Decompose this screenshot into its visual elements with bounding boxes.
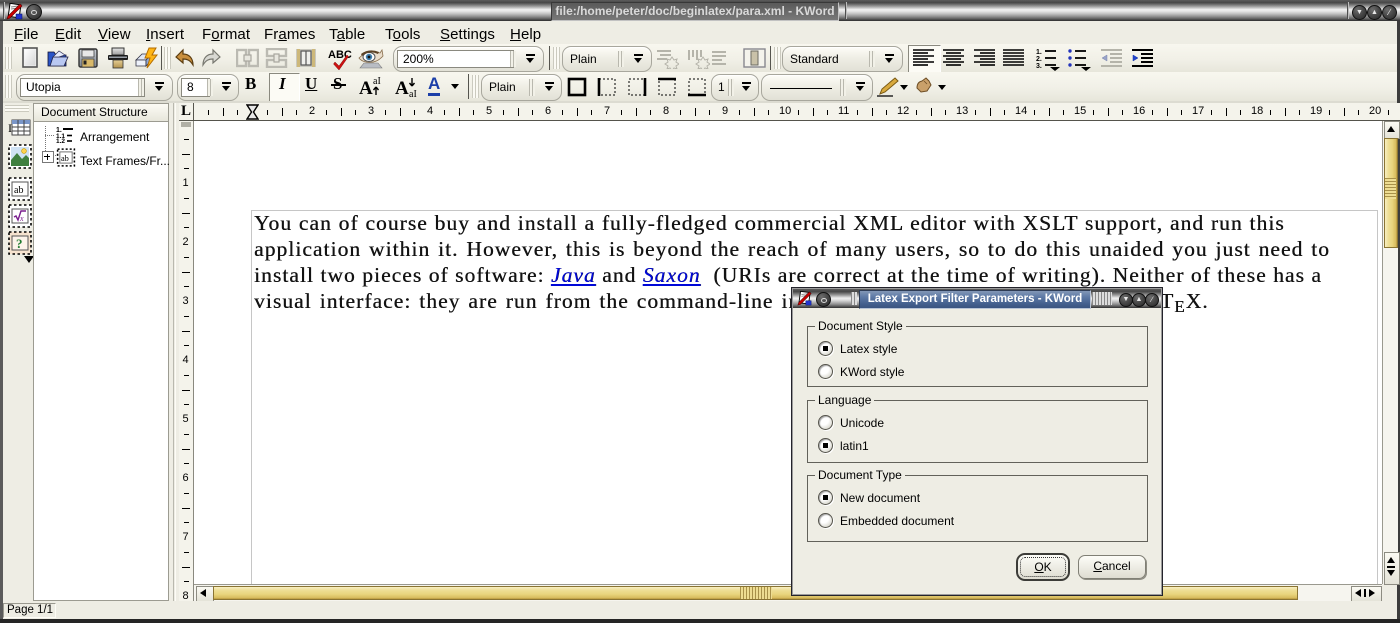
- svg-text:ab: ab: [61, 154, 69, 163]
- svg-text:2.: 2.: [1036, 56, 1042, 63]
- svg-text:?: ?: [16, 236, 23, 251]
- svg-text:ab: ab: [14, 185, 23, 196]
- svg-text:aI: aI: [409, 89, 417, 98]
- svg-text:ABC: ABC: [328, 49, 352, 61]
- svg-text:A: A: [359, 78, 373, 98]
- svg-text:A: A: [395, 78, 409, 98]
- svg-text:3.: 3.: [1036, 63, 1042, 70]
- svg-text:1.: 1.: [1036, 49, 1042, 56]
- svg-text:1.2: 1.2: [56, 138, 65, 143]
- svg-text:x: x: [19, 214, 24, 223]
- svg-text:aI: aI: [373, 76, 381, 87]
- svg-text:I: I: [8, 121, 12, 135]
